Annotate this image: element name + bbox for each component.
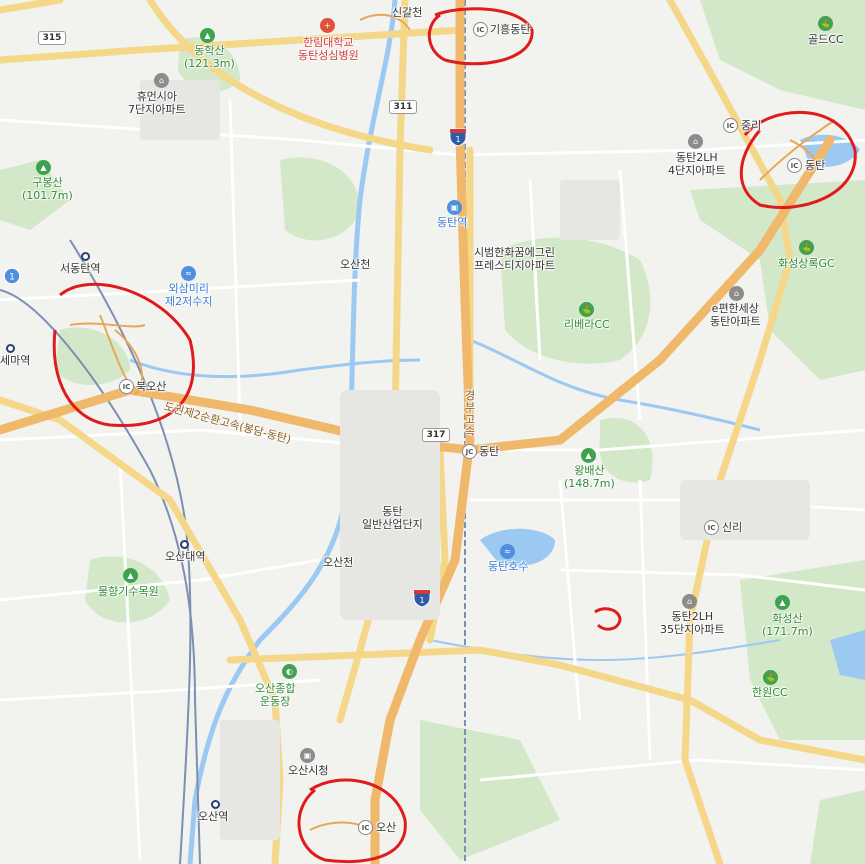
label-sinri-ic[interactable]: 신리 (722, 521, 742, 534)
label-oesammiri-reservoir[interactable]: 외삼미리 제2저수지 (165, 282, 212, 308)
apartment-icon: ⌂ (688, 134, 703, 149)
label-dongtan2lh-35[interactable]: 동탄2LH 35단지아파트 (660, 610, 725, 636)
label-osan-ic[interactable]: 오산 (376, 821, 396, 834)
label-riviera-cc[interactable]: 리베라CC (564, 318, 610, 331)
station-marker-icon (180, 540, 189, 549)
route-1-number: 1 (9, 273, 15, 283)
mountain-icon: ▲ (581, 448, 596, 463)
label-jungni-ic[interactable]: 중리 (741, 119, 761, 132)
label-epyeonhan-sesang[interactable]: e편한세상 동탄아파트 (710, 302, 761, 328)
route-1-circle-icon: 1 (3, 267, 21, 285)
map-canvas[interactable]: 315 311 317 1 1 1 신갈천 + 한림대학교 동탄성심병원 IC … (0, 0, 865, 864)
mountain-icon: ▲ (775, 595, 790, 610)
label-hallym-hospital[interactable]: 한림대학교 동탄성심병원 (298, 36, 359, 62)
label-bukosan-ic[interactable]: 북오산 (136, 380, 166, 393)
highway-1-shield-icon: 1 (413, 589, 431, 608)
cityhall-icon: ▣ (300, 748, 315, 763)
label-dongtan-jc[interactable]: 동탄 (479, 445, 499, 458)
station-marker-icon (6, 344, 15, 353)
label-dongtan2lh-4[interactable]: 동탄2LH 4단지아파트 (668, 151, 726, 177)
label-hwaseong-sangnok-gc[interactable]: 화성상록GC (778, 257, 835, 270)
label-dongtan-lake[interactable]: 동탄호수 (488, 560, 528, 573)
hospital-icon: + (320, 18, 335, 33)
ic-gihung-dongtan-icon: IC (473, 22, 488, 37)
golf-icon: ⛳ (799, 240, 814, 255)
apartment-icon: ⌂ (682, 594, 697, 609)
ic-jungni-icon: IC (723, 118, 738, 133)
jc-dongtan-icon: JC (462, 444, 477, 459)
label-gubongsan[interactable]: 구봉산 (101.7m) (22, 176, 73, 202)
ic-osan-icon: IC (358, 820, 373, 835)
label-osan-cityhall[interactable]: 오산시청 (288, 764, 328, 777)
highway-1-number: 1 (455, 135, 460, 144)
ic-dongtan-icon: IC (787, 158, 802, 173)
mountain-icon: ▲ (36, 160, 51, 175)
station-icon: ▣ (447, 200, 462, 215)
label-hanwon-cc[interactable]: 한원CC (752, 686, 788, 699)
label-semayeok[interactable]: 세마역 (0, 354, 30, 367)
lake-icon: ≈ (500, 544, 515, 559)
label-osan-station[interactable]: 오산역 (198, 810, 228, 823)
label-dongtan-ic[interactable]: 동탄 (805, 159, 825, 172)
label-sibeom-hanwha[interactable]: 시범한화꿈에그린 프레스티지아파트 (474, 246, 555, 272)
arboretum-icon: ▲ (123, 568, 138, 583)
ic-bukosan-icon: IC (119, 379, 134, 394)
label-wangbaesan[interactable]: 왕배산 (148.7m) (564, 464, 615, 490)
label-gyeongbu-expressway[interactable]: 경부고속 (464, 390, 476, 438)
label-gold-cc[interactable]: 골드CC (808, 33, 844, 46)
golf-icon: ⛳ (818, 16, 833, 31)
label-seodongtan-station[interactable]: 서동탄역 (60, 262, 100, 275)
label-humansia-7[interactable]: 휴먼시아 7단지아파트 (128, 90, 186, 116)
label-mulhyanggi-arboretum[interactable]: 물향기수목원 (98, 585, 159, 598)
label-dongtan-station[interactable]: 동탄역 (437, 216, 467, 229)
label-donghaksan[interactable]: 동학산 (121.3m) (184, 44, 235, 70)
station-marker-icon (211, 800, 220, 809)
highway-1-number: 1 (419, 596, 424, 605)
stadium-icon: ◐ (282, 664, 297, 679)
label-osancheon-top[interactable]: 오산천 (340, 258, 370, 271)
route-317-badge: 317 (422, 428, 450, 442)
label-osandae-station[interactable]: 오산대역 (165, 550, 205, 563)
label-osan-stadium[interactable]: 오산종합 운동장 (255, 682, 295, 708)
reservoir-icon: ≈ (181, 266, 196, 281)
mountain-icon: ▲ (200, 28, 215, 43)
label-osancheon-mid[interactable]: 오산천 (323, 556, 353, 569)
label-industrial-complex[interactable]: 동탄 일반산업단지 (362, 505, 423, 531)
route-311-badge: 311 (389, 100, 417, 114)
route-315-badge: 315 (38, 31, 66, 45)
golf-icon: ⛳ (579, 302, 594, 317)
ic-sinri-icon: IC (704, 520, 719, 535)
label-hwaseongsan[interactable]: 화성산 (171.7m) (762, 612, 813, 638)
label-singalcheon[interactable]: 신갈천 (392, 6, 422, 19)
golf-icon: ⛳ (763, 670, 778, 685)
station-marker-icon (81, 252, 90, 261)
label-gihung-dongtan-ic[interactable]: 기흥동탄 (490, 23, 530, 36)
highway-1-shield-icon: 1 (449, 128, 467, 147)
apartment-icon: ⌂ (154, 73, 169, 88)
apartment-icon: ⌂ (729, 286, 744, 301)
